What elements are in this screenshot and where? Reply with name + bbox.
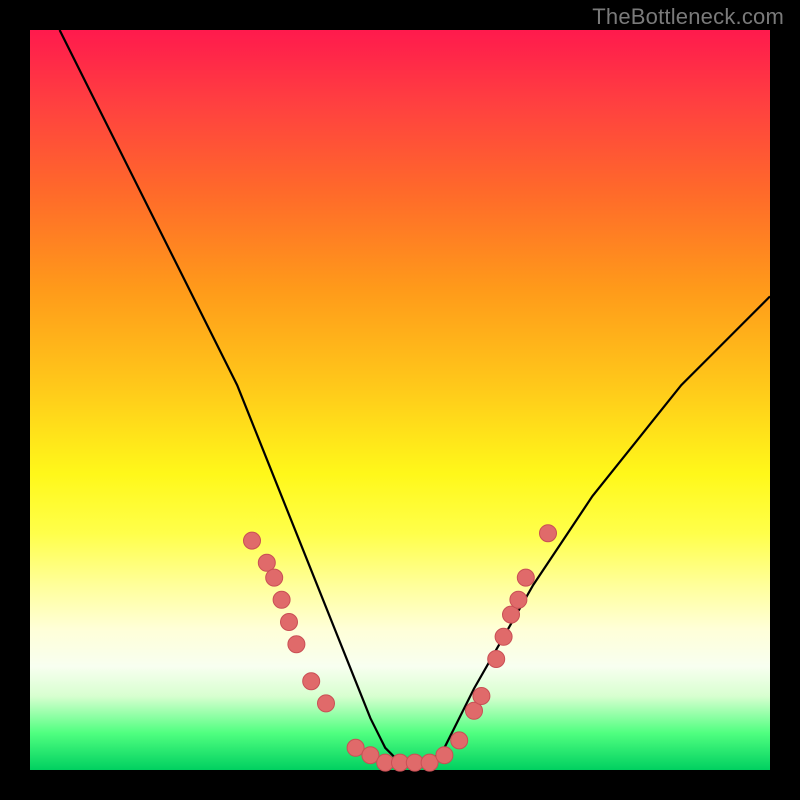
data-point: [318, 695, 335, 712]
data-point: [488, 651, 505, 668]
data-point: [517, 569, 534, 586]
data-point: [451, 732, 468, 749]
data-point: [436, 747, 453, 764]
data-point: [244, 532, 261, 549]
data-point: [273, 591, 290, 608]
data-point: [303, 673, 320, 690]
data-point: [510, 591, 527, 608]
data-point: [288, 636, 305, 653]
watermark-text: TheBottleneck.com: [592, 4, 784, 30]
data-point: [473, 688, 490, 705]
data-point: [281, 614, 298, 631]
data-point: [266, 569, 283, 586]
chart-svg: [30, 30, 770, 770]
data-points: [244, 525, 557, 771]
data-point: [540, 525, 557, 542]
plot-area: [30, 30, 770, 770]
data-point: [495, 628, 512, 645]
chart-frame: TheBottleneck.com: [0, 0, 800, 800]
bottleneck-curve: [60, 30, 770, 763]
